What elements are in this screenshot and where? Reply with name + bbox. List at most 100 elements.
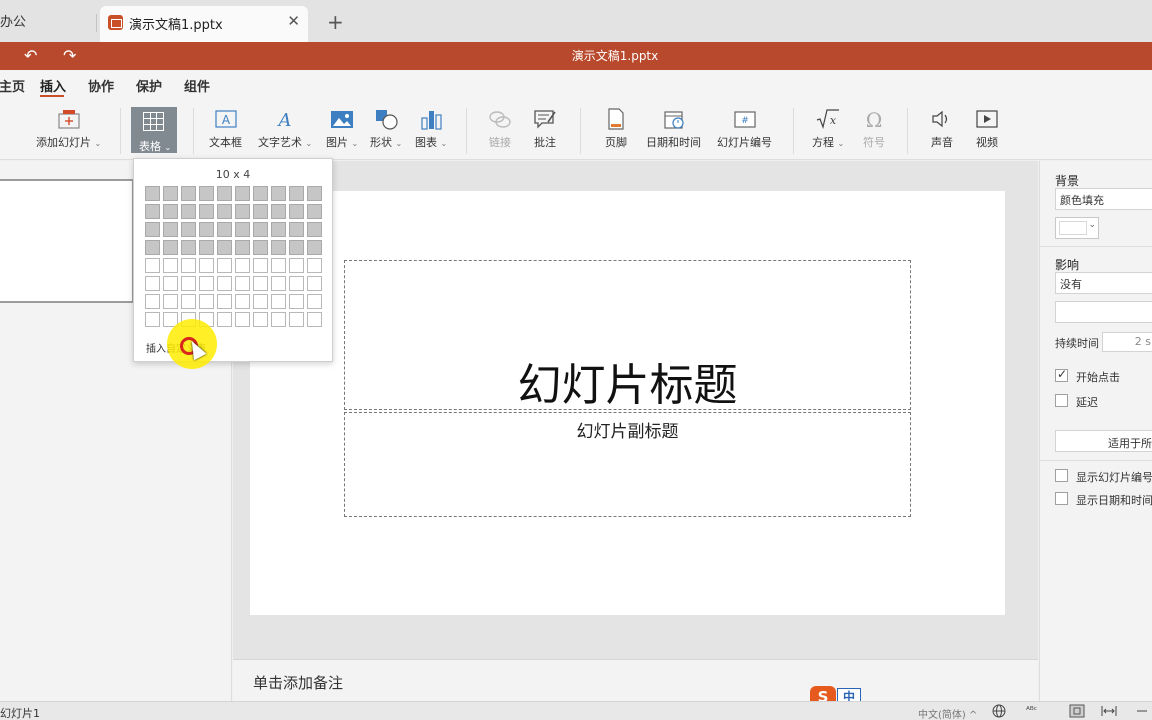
table-size-cell[interactable]: [253, 222, 268, 237]
slide-number-button[interactable]: # 幻灯片编号: [717, 108, 772, 150]
table-size-cell[interactable]: [307, 294, 322, 309]
table-size-cell[interactable]: [145, 222, 160, 237]
table-size-cell[interactable]: [145, 258, 160, 273]
picture-button[interactable]: 图片 ⌄: [326, 108, 358, 150]
table-size-cell[interactable]: [253, 186, 268, 201]
table-size-cell[interactable]: [181, 222, 196, 237]
table-size-cell[interactable]: [163, 186, 178, 201]
table-size-cell[interactable]: [145, 240, 160, 255]
table-size-cell[interactable]: [163, 222, 178, 237]
show-datetime-checkbox[interactable]: [1055, 492, 1068, 505]
table-size-cell[interactable]: [217, 204, 232, 219]
table-size-cell[interactable]: [217, 258, 232, 273]
table-size-cell[interactable]: [307, 186, 322, 201]
menu-collaborate[interactable]: 协作: [88, 76, 114, 95]
equation-button[interactable]: x 方程 ⌄: [812, 108, 844, 150]
duration-input[interactable]: 2 s: [1102, 332, 1152, 352]
table-size-cell[interactable]: [289, 312, 304, 327]
table-size-cell[interactable]: [181, 240, 196, 255]
table-size-cell[interactable]: [199, 204, 214, 219]
wordart-button[interactable]: A 文字艺术 ⌄: [258, 108, 312, 150]
subtitle-placeholder[interactable]: 幻灯片副标题: [344, 412, 911, 517]
table-size-cell[interactable]: [271, 276, 286, 291]
show-slide-number-checkbox[interactable]: [1055, 469, 1068, 482]
menu-insert[interactable]: 插入: [40, 76, 66, 95]
table-size-cell[interactable]: [271, 204, 286, 219]
spellcheck-icon[interactable]: ᴬᴮᶜ: [1026, 706, 1037, 716]
fit-width-icon[interactable]: [1101, 704, 1117, 720]
tab-presentation[interactable]: 演示文稿1.pptx ✕: [100, 6, 308, 42]
shape-button[interactable]: 形状 ⌄: [370, 108, 402, 150]
link-button[interactable]: 链接: [488, 108, 512, 150]
table-size-cell[interactable]: [145, 204, 160, 219]
table-size-cell[interactable]: [253, 258, 268, 273]
table-size-cell[interactable]: [181, 294, 196, 309]
table-size-cell[interactable]: [289, 276, 304, 291]
table-size-cell[interactable]: [271, 240, 286, 255]
add-slide-button[interactable]: 添加幻灯片 ⌄: [36, 108, 101, 150]
notes-pane[interactable]: 单击添加备注 S 中: [233, 659, 1038, 708]
table-size-cell[interactable]: [253, 294, 268, 309]
table-size-cell[interactable]: [235, 294, 250, 309]
textbox-button[interactable]: A 文本框: [209, 108, 242, 150]
start-on-click-checkbox[interactable]: [1055, 367, 1068, 382]
table-size-cell[interactable]: [235, 258, 250, 273]
table-size-cell[interactable]: [163, 258, 178, 273]
table-size-cell[interactable]: [289, 294, 304, 309]
add-tab-icon[interactable]: +: [327, 10, 344, 34]
symbol-button[interactable]: Ω 符号: [862, 108, 886, 150]
table-size-cell[interactable]: [181, 204, 196, 219]
menu-plugins[interactable]: 组件: [184, 76, 210, 95]
table-size-cell[interactable]: [235, 222, 250, 237]
table-size-cell[interactable]: [163, 240, 178, 255]
datetime-button[interactable]: 日期和时间: [646, 108, 701, 150]
table-size-cell[interactable]: [217, 240, 232, 255]
table-size-cell[interactable]: [145, 276, 160, 291]
fill-type-select[interactable]: 颜色填充: [1055, 188, 1152, 210]
slide-thumbnail-1[interactable]: [0, 179, 134, 303]
table-size-cell[interactable]: [217, 312, 232, 327]
effect-option-select[interactable]: [1055, 301, 1152, 323]
audio-button[interactable]: 声音: [930, 108, 954, 150]
close-tab-icon[interactable]: ✕: [287, 12, 300, 30]
table-size-cell[interactable]: [163, 294, 178, 309]
video-button[interactable]: 视频: [975, 108, 999, 150]
table-size-cell[interactable]: [235, 204, 250, 219]
table-size-cell[interactable]: [289, 222, 304, 237]
table-size-cell[interactable]: [181, 258, 196, 273]
table-size-cell[interactable]: [253, 276, 268, 291]
menu-protect[interactable]: 保护: [136, 76, 162, 95]
table-size-cell[interactable]: [271, 294, 286, 309]
table-size-cell[interactable]: [199, 258, 214, 273]
table-size-cell[interactable]: [253, 312, 268, 327]
tab-office[interactable]: 办公: [0, 8, 26, 38]
table-size-cell[interactable]: [181, 276, 196, 291]
table-size-cell[interactable]: [235, 186, 250, 201]
table-size-cell[interactable]: [145, 186, 160, 201]
table-size-cell[interactable]: [199, 186, 214, 201]
table-size-cell[interactable]: [271, 312, 286, 327]
footer-button[interactable]: 页脚: [604, 108, 628, 150]
apply-all-button[interactable]: 适用于所: [1055, 430, 1152, 452]
fill-color-picker[interactable]: [1055, 217, 1099, 239]
table-button[interactable]: 表格 ⌄: [131, 107, 177, 153]
table-size-cell[interactable]: [307, 222, 322, 237]
table-size-cell[interactable]: [199, 276, 214, 291]
table-size-cell[interactable]: [253, 204, 268, 219]
table-size-cell[interactable]: [199, 294, 214, 309]
table-size-cell[interactable]: [271, 222, 286, 237]
table-size-cell[interactable]: [307, 312, 322, 327]
language-indicator[interactable]: 中文(简体) ^: [918, 706, 977, 720]
table-size-cell[interactable]: [307, 240, 322, 255]
table-size-cell[interactable]: [163, 276, 178, 291]
table-size-cell[interactable]: [235, 276, 250, 291]
table-size-cell[interactable]: [253, 240, 268, 255]
table-size-cell[interactable]: [289, 240, 304, 255]
title-placeholder[interactable]: 幻灯片标题: [344, 260, 911, 411]
table-size-cell[interactable]: [235, 312, 250, 327]
table-size-cell[interactable]: [163, 204, 178, 219]
table-size-cell[interactable]: [199, 222, 214, 237]
table-size-cell[interactable]: [289, 186, 304, 201]
table-size-cell[interactable]: [217, 294, 232, 309]
table-size-cell[interactable]: [289, 258, 304, 273]
